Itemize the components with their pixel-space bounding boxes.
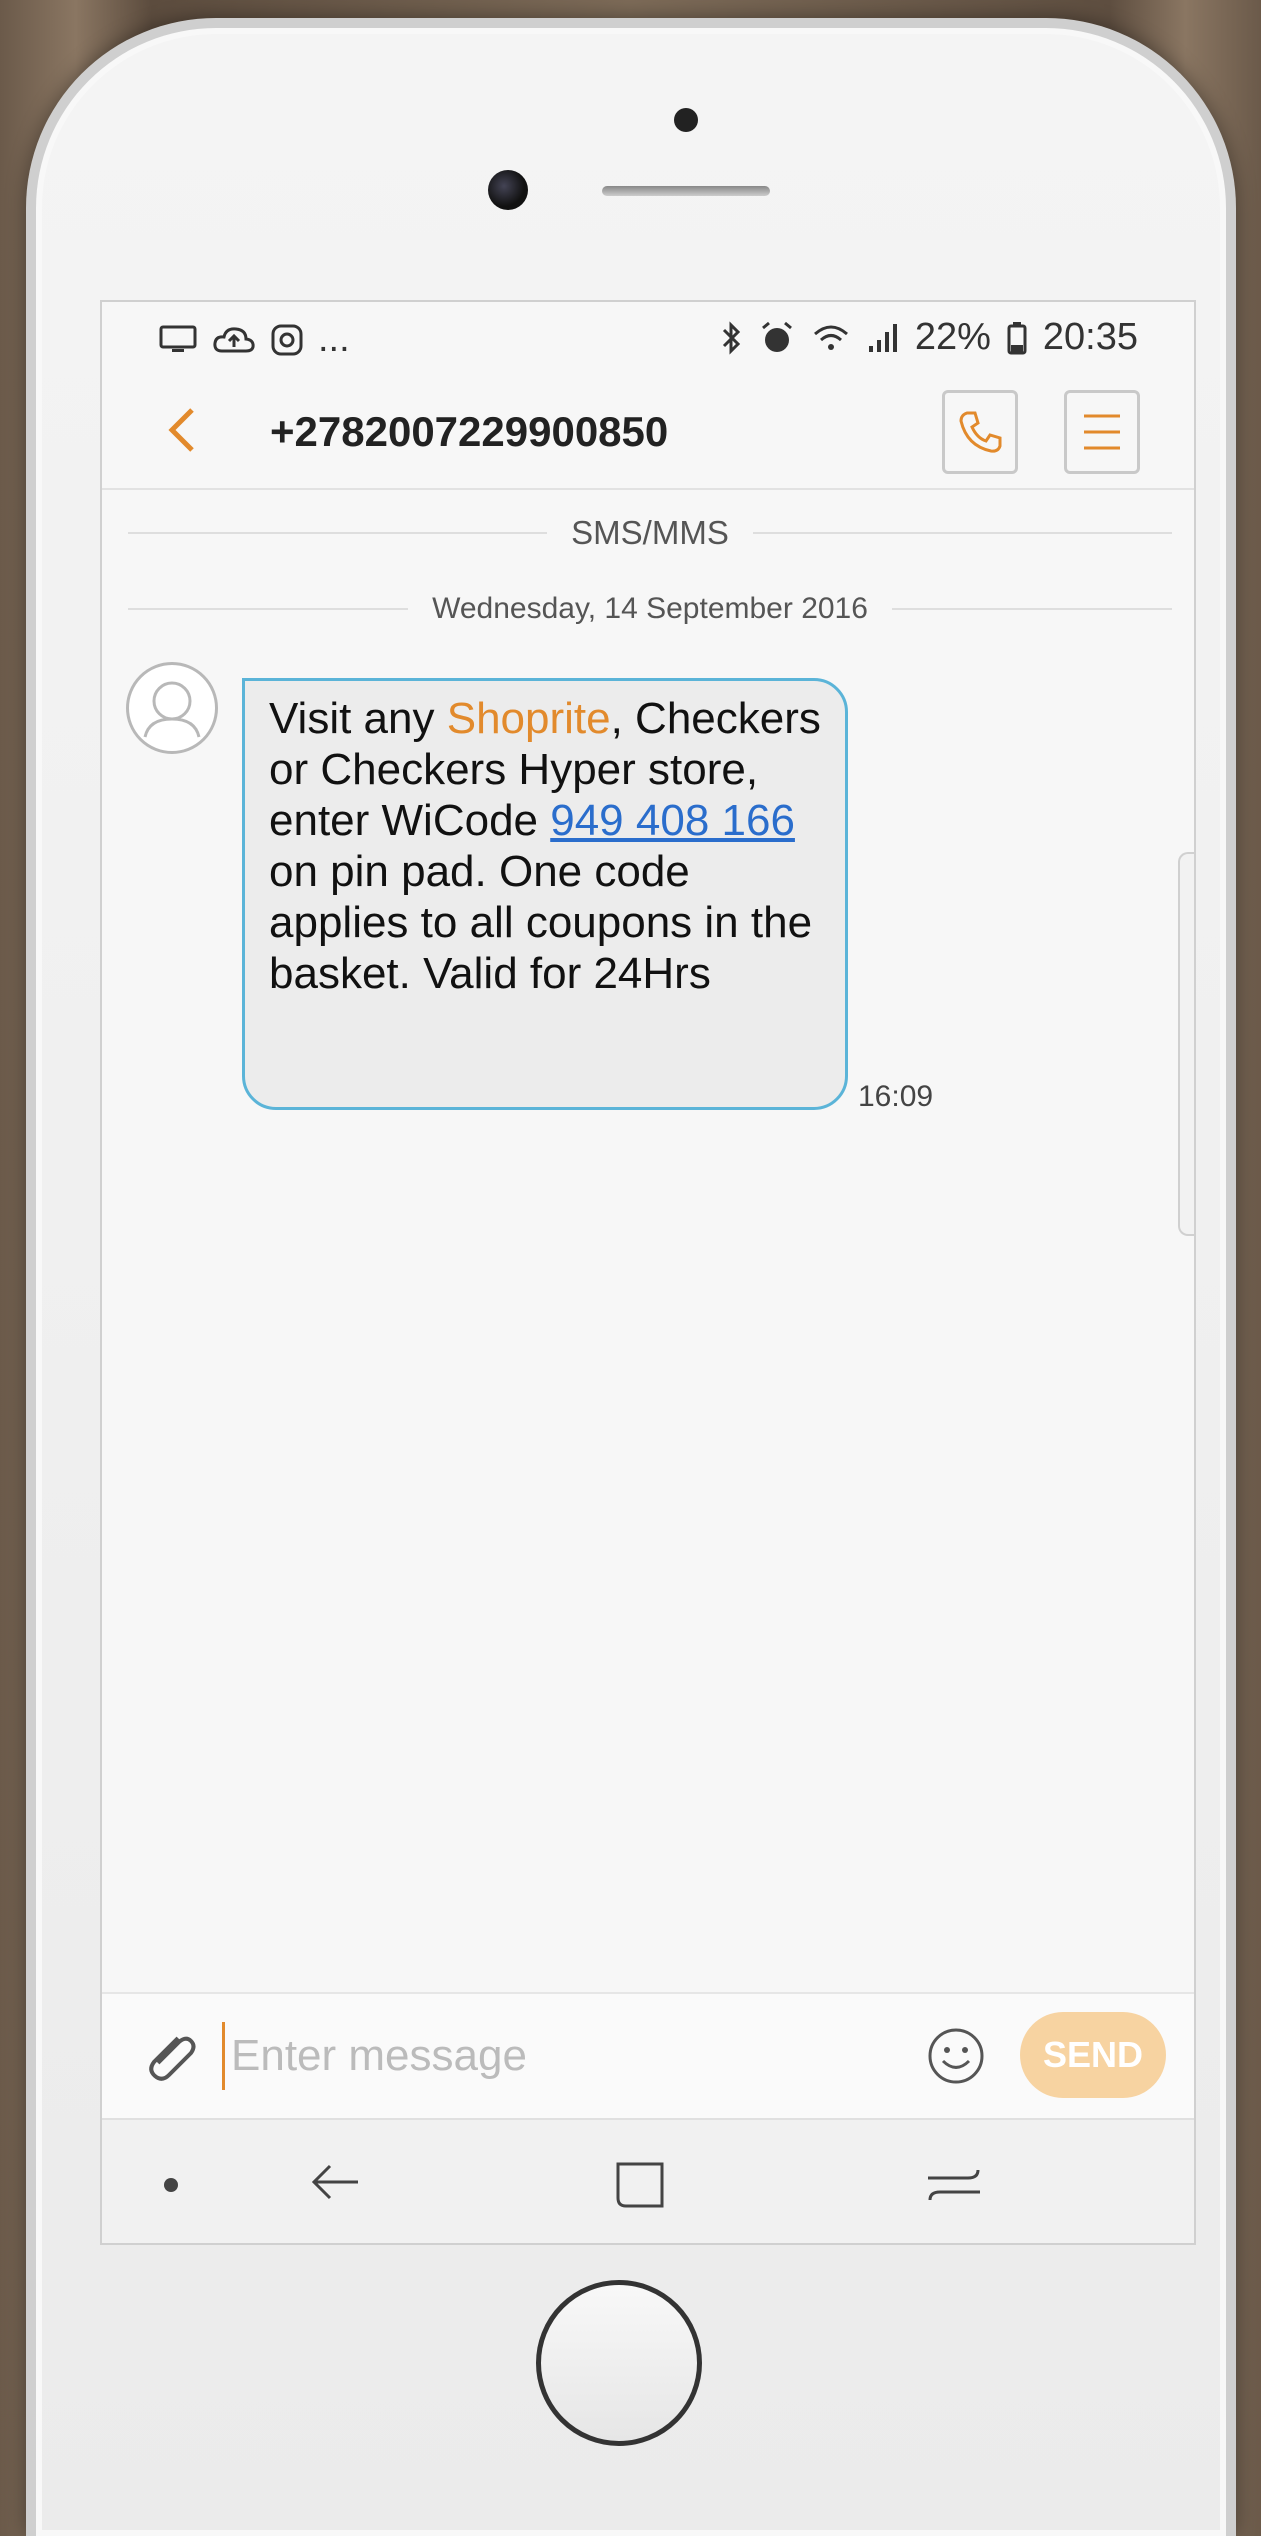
recent-apps-icon <box>928 2169 980 2201</box>
front-camera <box>488 170 528 210</box>
conversation-header: +2782007229900850 <box>102 378 1194 490</box>
clock: 20:35 <box>1042 316 1138 358</box>
nav-home-button[interactable] <box>612 2156 668 2217</box>
attach-button[interactable] <box>138 2024 202 2093</box>
phone-screen: ... 22% 20:35 +2782007229900850 SMS/MMS <box>100 300 1196 2245</box>
channel-label: SMS/MMS <box>571 514 729 551</box>
earpiece-speaker <box>602 186 770 196</box>
status-left: ... <box>158 318 350 361</box>
cloud-upload-icon <box>213 326 255 352</box>
nav-dot-icon[interactable] <box>164 2178 178 2192</box>
smiley-icon <box>928 2028 984 2084</box>
divider-line <box>891 608 1173 610</box>
call-button[interactable] <box>942 390 1018 474</box>
wifi-icon <box>813 325 848 350</box>
home-button[interactable] <box>536 2280 702 2446</box>
nav-back-button[interactable] <box>308 2154 364 2215</box>
date-divider: Wednesday, 14 September 2016 <box>128 592 1173 626</box>
arrow-left-icon <box>311 2164 358 2200</box>
chevron-left-icon <box>168 408 194 452</box>
bluetooth-icon <box>722 320 740 355</box>
nav-recent-button[interactable] <box>924 2158 984 2215</box>
screen-icon <box>159 325 197 352</box>
battery-icon <box>1007 321 1027 354</box>
signal-icon <box>868 323 897 352</box>
send-button[interactable]: SEND <box>1020 2012 1166 2098</box>
divider-line <box>128 532 548 534</box>
message-bubble[interactable]: Visit any Shoprite, Checkers or Checkers… <box>242 678 848 1110</box>
instagram-icon <box>271 324 303 355</box>
store-name: Shoprite <box>446 694 611 743</box>
channel-divider: SMS/MMS <box>128 514 1173 552</box>
menu-icon <box>1084 414 1120 450</box>
status-more: ... <box>318 318 350 360</box>
divider-line <box>752 532 1173 534</box>
square-icon <box>616 2162 664 2208</box>
message-text: on pin pad. One code applies to all coup… <box>269 847 813 998</box>
message-composer: SEND <box>102 1992 1194 2118</box>
sender-avatar[interactable] <box>126 662 218 754</box>
phone-icon <box>959 411 1002 453</box>
sensor <box>674 108 698 132</box>
contact-number: +2782007229900850 <box>270 408 669 455</box>
battery-percent: 22% <box>914 316 991 358</box>
message-text: Visit any <box>269 694 447 743</box>
date-label: Wednesday, 14 September 2016 <box>432 592 868 625</box>
wicode-link[interactable]: 949 408 166 <box>550 796 795 845</box>
emoji-button[interactable] <box>926 2026 986 2091</box>
back-button[interactable] <box>164 404 200 465</box>
status-bar: ... 22% 20:35 <box>102 302 1194 378</box>
navigation-bar <box>102 2118 1194 2243</box>
edge-panel-handle[interactable] <box>1178 852 1194 1236</box>
person-icon <box>143 681 201 738</box>
menu-button[interactable] <box>1064 390 1140 474</box>
alarm-icon <box>761 321 792 352</box>
divider-line <box>128 608 409 610</box>
message-time: 16:09 <box>858 1080 934 1113</box>
paperclip-icon <box>149 2036 196 2081</box>
message-input[interactable] <box>222 2022 913 2090</box>
status-right: 22% 20:35 <box>721 316 1138 359</box>
